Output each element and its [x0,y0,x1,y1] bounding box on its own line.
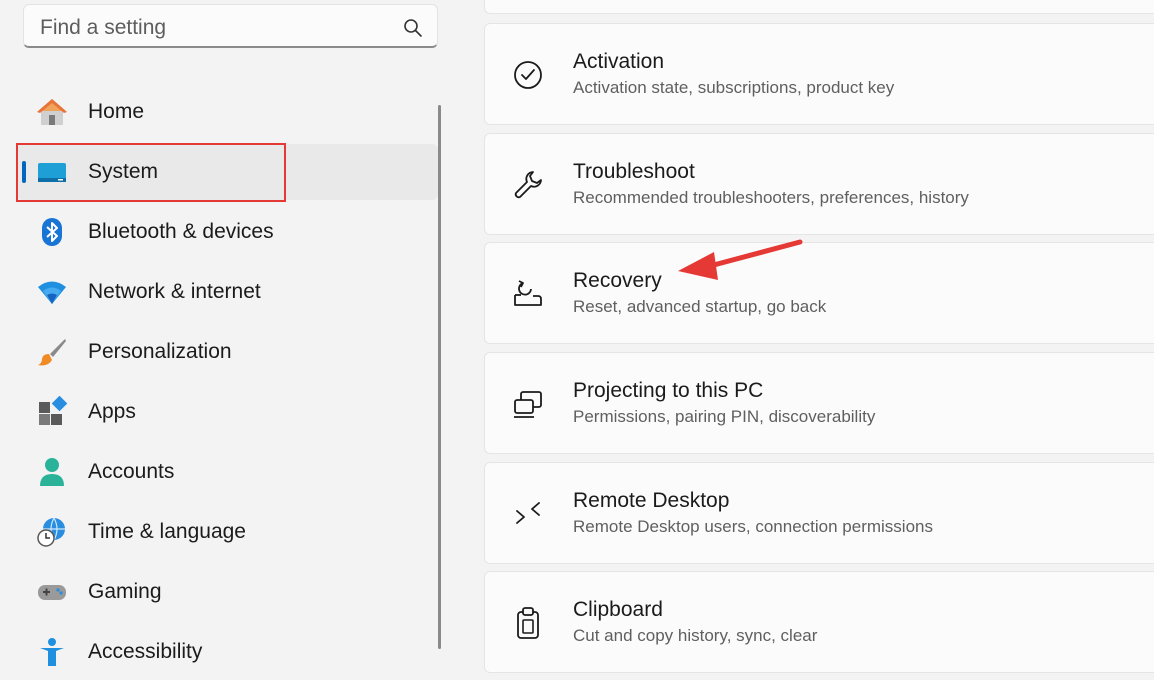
sidebar-item-accounts[interactable]: Accounts [16,444,438,500]
sidebar-item-gaming[interactable]: Gaming [16,564,438,620]
sidebar-item-label: Time & language [88,520,246,543]
search-placeholder: Find a setting [40,16,167,39]
sidebar-item-network[interactable]: Network & internet [16,264,438,320]
sidebar-item-home[interactable]: Home [16,84,438,140]
sidebar-item-label: Personalization [88,340,232,363]
card-recovery[interactable]: Recovery Reset, advanced startup, go bac… [484,242,1154,344]
card-subtitle: Cut and copy history, sync, clear [573,626,818,645]
bluetooth-icon [42,218,62,246]
card-clipboard[interactable]: Clipboard Cut and copy history, sync, cl… [484,571,1154,673]
sidebar-item-label: Bluetooth & devices [88,220,274,243]
card-title: Troubleshoot [573,160,695,183]
card-subtitle: Remote Desktop users, connection permiss… [573,517,933,536]
card-title: Remote Desktop [573,489,730,512]
annotation-arrow-icon [678,239,803,280]
sidebar-item-label: Gaming [88,580,162,603]
sidebar-item-bluetooth[interactable]: Bluetooth & devices [16,204,438,260]
sidebar-item-label: Home [88,100,145,123]
card-subtitle: Recommended troubleshooters, preferences… [573,188,969,207]
annotation-highlight-box [16,143,286,202]
card-partial-top [484,0,1154,14]
sidebar-item-label: Accessibility [88,640,203,663]
search-input[interactable]: Find a setting [23,4,438,48]
time-language-icon [37,517,65,547]
card-activation[interactable]: Activation Activation state, subscriptio… [484,23,1154,125]
home-icon [37,99,67,125]
card-title: Clipboard [573,598,663,621]
card-title: Activation [573,50,665,73]
card-subtitle: Permissions, pairing PIN, discoverabilit… [573,407,876,426]
accounts-icon [40,458,64,486]
sidebar-scrollbar[interactable] [438,105,441,649]
card-troubleshoot[interactable]: Troubleshoot Recommended troubleshooters… [484,133,1154,235]
sidebar-item-label: Accounts [88,460,175,483]
sidebar-item-apps[interactable]: Apps [16,384,438,440]
accessibility-icon [40,638,64,666]
sidebar-item-label: Network & internet [88,280,261,303]
card-subtitle: Activation state, subscriptions, product… [573,78,895,97]
card-subtitle: Reset, advanced startup, go back [573,297,827,316]
gamepad-icon [38,585,66,600]
card-projecting[interactable]: Projecting to this PC Permissions, pairi… [484,352,1154,454]
sidebar-item-time-language[interactable]: Time & language [16,504,438,560]
apps-icon [39,396,68,425]
remote-desktop-icon [516,502,540,524]
clipboard-icon [517,607,539,639]
sidebar-item-personalization[interactable]: Personalization [16,324,438,380]
wrench-icon [514,171,542,199]
sidebar-item-accessibility[interactable]: Accessibility [16,624,438,680]
check-circle-icon [514,61,542,89]
brush-icon [38,339,66,366]
recovery-icon [514,280,542,306]
search-icon[interactable] [403,18,423,38]
card-remote-desktop[interactable]: Remote Desktop Remote Desktop users, con… [484,462,1154,564]
card-title: Recovery [573,269,662,292]
projecting-icon [514,391,542,418]
card-title: Projecting to this PC [573,379,764,402]
sidebar-item-label: Apps [88,400,136,423]
wifi-icon [38,281,66,304]
